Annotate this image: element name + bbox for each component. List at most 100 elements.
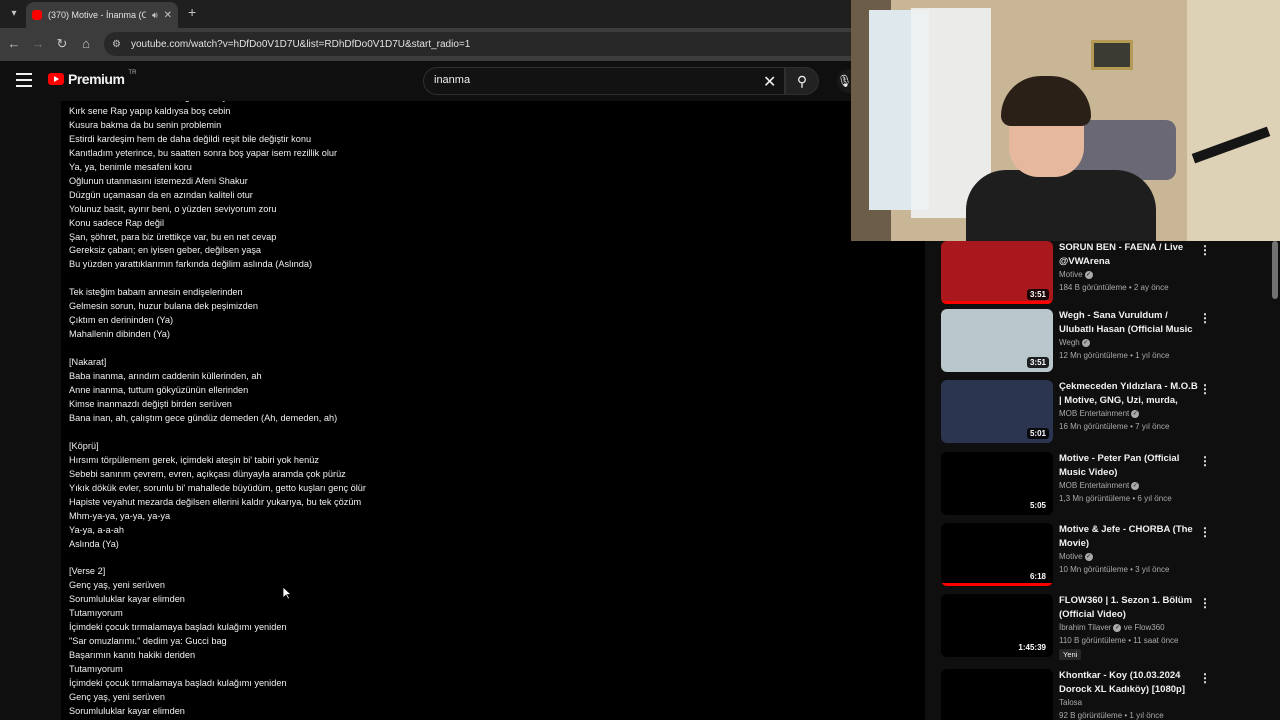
video-item[interactable]: 1:45:39 FLOW360 | 1. Sezon 1. Bölüm (Offi… [941, 594, 1231, 664]
video-title[interactable]: Khontkar - Koy (10.03.2024 Dorock XL Kad… [1059, 669, 1201, 696]
youtube-favicon-icon [32, 10, 42, 20]
video-item[interactable]: 3:51 Wegh - Sana Vuruldum / Ulubatlı Hasa… [941, 309, 1231, 379]
video-meta: 110 B görüntüleme • 11 saat önce [1059, 636, 1179, 645]
search-icon[interactable]: ⚲ [785, 67, 819, 95]
video-item[interactable]: 5:05 Motive - Peter Pan (Official Music V… [941, 452, 1231, 522]
verified-icon: ✓ [1131, 481, 1140, 490]
lyrics-panel: Yazmakta zorlanıdım verse, getto niteyim… [61, 101, 925, 720]
video-meta: 10 Mn görüntüleme • 3 yıl önce [1059, 565, 1170, 574]
channel-name: MOB Entertainment [1059, 409, 1130, 418]
search-box: ✕ [423, 67, 785, 95]
youtube-logo[interactable]: Premium TR [48, 70, 137, 87]
webcam-person-body [966, 170, 1156, 241]
video-thumbnail[interactable]: 3:51 [941, 241, 1053, 304]
video-meta: 92 B görüntüleme • 1 yıl önce [1059, 711, 1164, 720]
clear-icon[interactable]: ✕ [763, 72, 776, 92]
more-icon[interactable]: ⋮ [1199, 382, 1211, 396]
video-thumbnail[interactable]: 3:51 [941, 309, 1053, 372]
channel-name: Motive [1059, 552, 1083, 561]
menu-icon[interactable] [16, 73, 32, 87]
more-icon[interactable]: ⋮ [1199, 525, 1211, 539]
url-text: youtube.com/watch?v=hDfDo0V1D7U&list=RDh… [130, 38, 471, 50]
video-meta: 12 Mn görüntüleme • 1 yıl önce [1059, 351, 1170, 360]
video-title[interactable]: Motive & Jefe - CHORBA (The Movie) [1059, 523, 1201, 550]
audio-icon[interactable]: 🔊︎ [152, 10, 158, 21]
more-icon[interactable]: ⋮ [1199, 311, 1211, 325]
search-input[interactable] [434, 74, 734, 86]
video-duration: 5:01 [1026, 428, 1049, 439]
watch-progress [941, 583, 1053, 586]
video-thumbnail[interactable]: 5:01 [941, 380, 1053, 443]
channel-name: Motive [1059, 270, 1083, 279]
youtube-logo-icon [48, 73, 64, 85]
video-title[interactable]: FLOW360 | 1. Sezon 1. Bölüm (Official Vi… [1059, 594, 1201, 621]
logo-region: TR [128, 70, 137, 76]
cursor-icon [282, 586, 292, 600]
video-title[interactable]: Çekmeceden Yıldızlara - M.O.B | Motive, … [1059, 380, 1201, 408]
webcam-door [1187, 0, 1280, 241]
video-meta: 184 B görüntüleme • 2 ay önce [1059, 283, 1169, 292]
video-thumbnail[interactable]: 1:45:39 [941, 594, 1053, 657]
video-item[interactable]: 3:51 SORUN BEN - FAENA / Live @VWArena Mot… [941, 241, 1231, 311]
url-field[interactable]: ⚙ youtube.com/watch?v=hDfDo0V1D7U&list=R… [104, 32, 851, 56]
tab-title: (370) Motive - İnanma (Offi [48, 10, 146, 20]
verified-icon: ✓ [1084, 552, 1093, 561]
channel-name: Wegh [1059, 338, 1080, 347]
webcam-picture-frame [1091, 40, 1133, 70]
back-icon[interactable]: ← [6, 36, 22, 52]
webcam-overlay [851, 0, 1280, 241]
video-thumbnail[interactable]: 6:18 [941, 523, 1053, 586]
video-channel[interactable]: MOB Entertainment ✓ [1059, 409, 1140, 418]
channel-name: İbrahim Tilaver [1059, 623, 1112, 632]
watch-progress [941, 301, 1053, 304]
scrollbar[interactable] [1272, 241, 1278, 299]
video-item[interactable]: 5:01 Çekmeceden Yıldızlara - M.O.B | Moti… [941, 380, 1231, 450]
video-duration: 6:18 [1026, 571, 1049, 582]
lyrics-text: Yazmakta zorlanıdım verse, getto niteyim… [69, 101, 366, 716]
video-thumbnail[interactable] [941, 669, 1053, 720]
verified-icon: ✓ [1084, 270, 1093, 279]
new-badge: Yeni [1059, 649, 1082, 660]
logo-text: Premium [68, 71, 125, 87]
browser-tab-strip: ▾ (370) Motive - İnanma (Offi 🔊︎ ✕ + [0, 0, 851, 28]
video-item[interactable]: 6:18 Motive & Jefe - CHORBA (The Movie) Mo… [941, 523, 1231, 593]
more-icon[interactable]: ⋮ [1199, 243, 1211, 257]
verified-icon: ✓ [1081, 338, 1090, 347]
more-icon[interactable]: ⋮ [1199, 671, 1211, 685]
video-title[interactable]: Motive - Peter Pan (Official Music Video… [1059, 452, 1201, 479]
video-meta: 16 Mn görüntüleme • 7 yıl önce [1059, 422, 1170, 431]
related-videos: 3:51 SORUN BEN - FAENA / Live @VWArena Mot… [925, 241, 1280, 720]
more-icon[interactable]: ⋮ [1199, 454, 1211, 468]
video-channel[interactable]: İbrahim Tilaver ✓ ve Flow360 [1059, 623, 1165, 632]
mic-icon[interactable]: 🎙︎ [837, 69, 852, 93]
video-channel[interactable]: Motive ✓ [1059, 552, 1093, 561]
channel-name: Talosa [1059, 698, 1083, 707]
video-channel[interactable]: MOB Entertainment ✓ [1059, 481, 1140, 490]
close-icon[interactable]: ✕ [164, 10, 172, 21]
video-item[interactable]: Khontkar - Koy (10.03.2024 Dorock XL Kad… [941, 669, 1231, 720]
video-title[interactable]: Wegh - Sana Vuruldum / Ulubatlı Hasan (O… [1059, 309, 1201, 337]
video-channel[interactable]: Motive ✓ [1059, 270, 1093, 279]
video-thumbnail[interactable]: 5:05 [941, 452, 1053, 515]
video-duration: 1:45:39 [1015, 642, 1049, 653]
channel-extra: ve Flow360 [1123, 623, 1165, 632]
more-icon[interactable]: ⋮ [1199, 596, 1211, 610]
channel-name: MOB Entertainment [1059, 481, 1130, 490]
browser-tab[interactable]: (370) Motive - İnanma (Offi 🔊︎ ✕ [26, 2, 178, 28]
video-title[interactable]: SORUN BEN - FAENA / Live @VWArena [1059, 241, 1201, 268]
tab-list-icon[interactable]: ▾ [6, 6, 22, 22]
video-duration: 5:05 [1026, 500, 1049, 511]
verified-icon: ✓ [1131, 409, 1140, 418]
video-duration: 3:51 [1026, 289, 1049, 300]
forward-icon[interactable]: → [30, 36, 46, 52]
site-info-icon[interactable]: ⚙ [112, 39, 121, 50]
verified-icon: ✓ [1113, 623, 1122, 632]
video-channel[interactable]: Talosa [1059, 698, 1082, 707]
home-icon[interactable]: ⌂ [78, 36, 94, 52]
youtube-header: Premium TR ✕ ⚲ 🎙︎ [0, 61, 852, 101]
video-meta: 1,3 Mn görüntüleme • 6 yıl önce [1059, 494, 1172, 503]
address-bar: ← → ↻ ⌂ ⚙ youtube.com/watch?v=hDfDo0V1D7… [0, 28, 851, 61]
reload-icon[interactable]: ↻ [54, 36, 70, 52]
video-channel[interactable]: Wegh ✓ [1059, 338, 1090, 347]
plus-icon[interactable]: + [188, 4, 196, 20]
